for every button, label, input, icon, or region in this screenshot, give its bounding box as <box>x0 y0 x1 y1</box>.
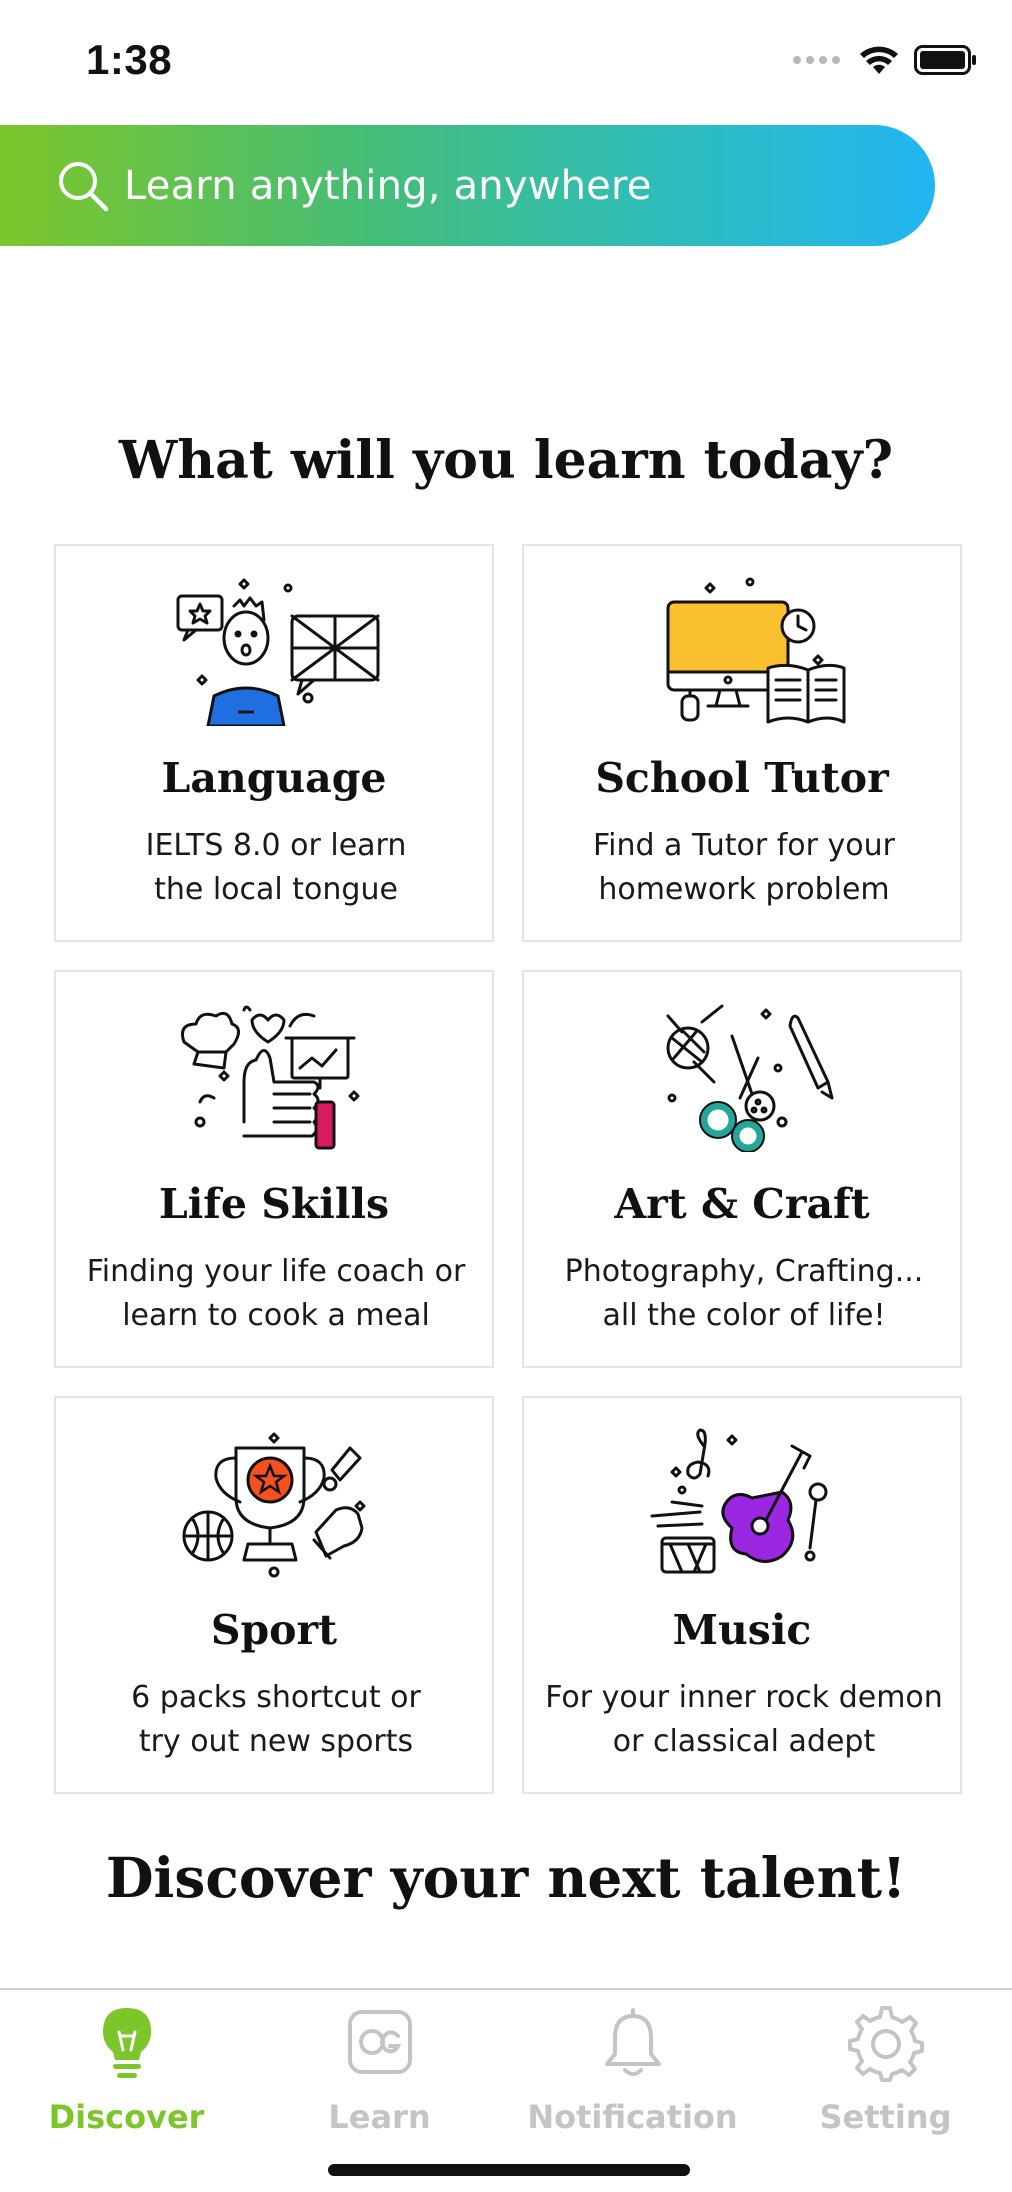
category-card-school-tutor[interactable]: School Tutor Find a Tutor for your homew… <box>522 544 962 942</box>
school-tutor-icon <box>666 577 846 724</box>
discover-heading: Discover your next talent! <box>105 1845 907 1910</box>
tab-label: Discover <box>48 2098 205 2136</box>
art-craft-icon <box>666 1004 834 1152</box>
category-card-language[interactable]: Language IELTS 8.0 or learn the local to… <box>54 544 494 942</box>
category-title: Life Skills <box>158 1180 390 1228</box>
gear-icon <box>847 2006 924 2082</box>
signal-icon <box>793 56 840 64</box>
category-title: Art & Craft <box>614 1180 870 1228</box>
status-bar: 1:38 <box>0 0 1012 120</box>
category-title: Language <box>161 754 387 802</box>
tab-discover[interactable]: Discover <box>0 1990 253 2140</box>
bell-icon <box>604 2008 661 2076</box>
category-title: School Tutor <box>595 754 889 802</box>
category-description: IELTS 8.0 or learn the local tongue <box>145 828 407 907</box>
category-card-sport[interactable]: Sport 6 packs shortcut or try out new sp… <box>54 1396 494 1794</box>
status-icons <box>793 44 978 76</box>
category-title: Sport <box>210 1606 338 1654</box>
category-description: 6 packs shortcut or try out new sports <box>131 1680 421 1759</box>
wifi-icon <box>860 46 898 74</box>
lightbulb-icon <box>102 2008 151 2078</box>
battery-icon <box>914 45 976 75</box>
status-time: 1:38 <box>86 36 173 83</box>
tab-learn[interactable]: Learn <box>253 1990 506 2140</box>
life-skills-icon <box>181 1005 360 1150</box>
category-description: Find a Tutor for your homework problem <box>593 828 895 907</box>
og-logo-icon <box>347 2010 412 2074</box>
category-grid: Language IELTS 8.0 or learn the local to… <box>54 544 962 1794</box>
search-bar[interactable]: Learn anything, anywhere <box>0 125 935 246</box>
sport-icon <box>182 1432 366 1578</box>
tab-notification[interactable]: Notification <box>506 1990 759 2140</box>
tab-label: Learn <box>328 2098 431 2136</box>
category-card-art-craft[interactable]: Art & Craft Photography, Crafting... all… <box>522 970 962 1368</box>
home-indicator[interactable] <box>328 2164 690 2176</box>
music-icon <box>650 1428 828 1574</box>
page-title: What will you learn today? <box>118 430 894 491</box>
category-description: For your inner rock demon or classical a… <box>545 1680 943 1759</box>
category-title: Music <box>672 1606 812 1654</box>
category-card-life-skills[interactable]: Life Skills Finding your life coach or l… <box>54 970 494 1368</box>
category-description: Photography, Crafting... all the color o… <box>564 1254 924 1333</box>
category-description: Finding your life coach or learn to cook… <box>86 1254 466 1333</box>
tab-label: Setting <box>819 2098 952 2136</box>
search-input[interactable]: Learn anything, anywhere <box>124 163 652 209</box>
tab-setting[interactable]: Setting <box>759 1990 1012 2140</box>
tab-label: Notification <box>527 2098 738 2136</box>
language-icon <box>176 578 380 726</box>
tab-bar: Discover Learn Notification Setting <box>0 1988 1012 2192</box>
category-card-music[interactable]: Music For your inner rock demon or class… <box>522 1396 962 1794</box>
search-icon <box>59 161 109 211</box>
